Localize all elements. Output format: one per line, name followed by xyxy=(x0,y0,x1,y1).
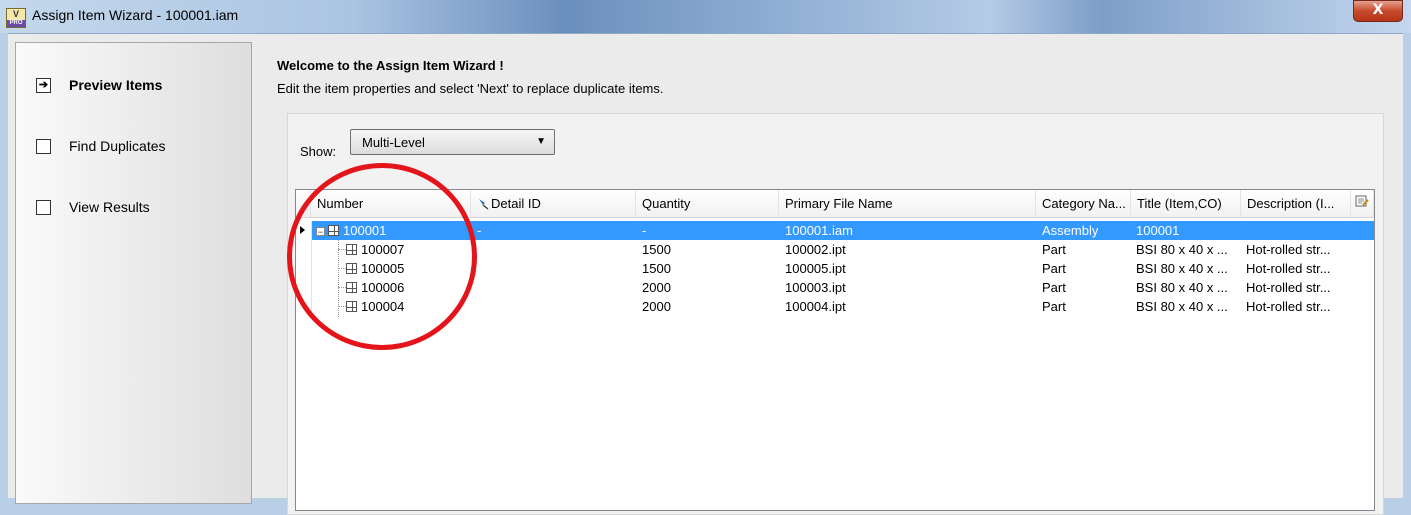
pin-icon xyxy=(479,199,489,210)
quantity-cell: 1500 xyxy=(642,242,671,257)
annotation-circle xyxy=(287,163,477,350)
column-header-detail-id[interactable]: Detail ID xyxy=(471,190,636,217)
welcome-heading: Welcome to the Assign Item Wizard ! xyxy=(277,58,504,73)
file-name-cell: 100001.iam xyxy=(785,223,853,238)
column-chooser-icon[interactable] xyxy=(1351,190,1374,217)
quantity-cell: 2000 xyxy=(642,299,671,314)
window-titlebar: V PRO Assign Item Wizard - 100001.iam X xyxy=(0,0,1411,33)
window-frame-left xyxy=(0,33,8,497)
category-cell: Part xyxy=(1042,299,1066,314)
checkbox-icon xyxy=(36,139,51,154)
wizard-steps-sidebar: ➔ Preview Items Find Duplicates View Res… xyxy=(15,42,252,504)
category-cell: Part xyxy=(1042,280,1066,295)
show-dropdown[interactable]: Multi-Level ▼ xyxy=(350,129,555,155)
title-cell: BSI 80 x 40 x ... xyxy=(1136,280,1228,295)
column-header-title[interactable]: Title (Item,CO) xyxy=(1131,190,1241,217)
column-header-label: Detail ID xyxy=(491,196,541,211)
vault-app-icon: V PRO xyxy=(6,8,26,28)
file-name-cell: 100003.ipt xyxy=(785,280,846,295)
description-cell: Hot-rolled str... xyxy=(1246,280,1331,295)
column-header-quantity[interactable]: Quantity xyxy=(636,190,779,217)
quantity-cell: 1500 xyxy=(642,261,671,276)
step-label: Preview Items xyxy=(69,77,163,93)
category-cell: Assembly xyxy=(1042,223,1099,238)
step-label: View Results xyxy=(69,199,150,215)
description-cell: Hot-rolled str... xyxy=(1246,299,1331,314)
file-name-cell: 100005.ipt xyxy=(785,261,846,276)
category-cell: Part xyxy=(1042,242,1066,257)
description-cell: Hot-rolled str... xyxy=(1246,261,1331,276)
quantity-cell: 2000 xyxy=(642,280,671,295)
checkbox-icon xyxy=(36,200,51,215)
title-cell: BSI 80 x 40 x ... xyxy=(1136,299,1228,314)
show-dropdown-value: Multi-Level xyxy=(362,135,425,150)
title-cell: 100001 xyxy=(1136,223,1180,238)
title-cell: BSI 80 x 40 x ... xyxy=(1136,242,1228,257)
category-cell: Part xyxy=(1042,261,1066,276)
file-name-cell: 100002.ipt xyxy=(785,242,846,257)
column-header-primary-file-name[interactable]: Primary File Name xyxy=(779,190,1036,217)
description-cell: Hot-rolled str... xyxy=(1246,242,1331,257)
column-header-category-name[interactable]: Category Na... xyxy=(1036,190,1131,217)
chevron-down-icon: ▼ xyxy=(536,136,546,147)
window-frame-right xyxy=(1403,33,1411,497)
close-button[interactable]: X xyxy=(1353,0,1403,22)
file-name-cell: 100004.ipt xyxy=(785,299,846,314)
instructions-text: Edit the item properties and select 'Nex… xyxy=(277,81,664,96)
quantity-cell: - xyxy=(642,223,647,238)
column-header-description[interactable]: Description (I... xyxy=(1241,190,1351,217)
edit-columns-icon xyxy=(1355,195,1369,207)
detail-id-cell: - xyxy=(477,223,482,238)
window-title: Assign Item Wizard - 100001.iam xyxy=(32,7,239,23)
arrow-right-icon: ➔ xyxy=(36,78,51,93)
step-label: Find Duplicates xyxy=(69,138,166,154)
title-cell: BSI 80 x 40 x ... xyxy=(1136,261,1228,276)
show-label: Show: xyxy=(300,144,337,159)
